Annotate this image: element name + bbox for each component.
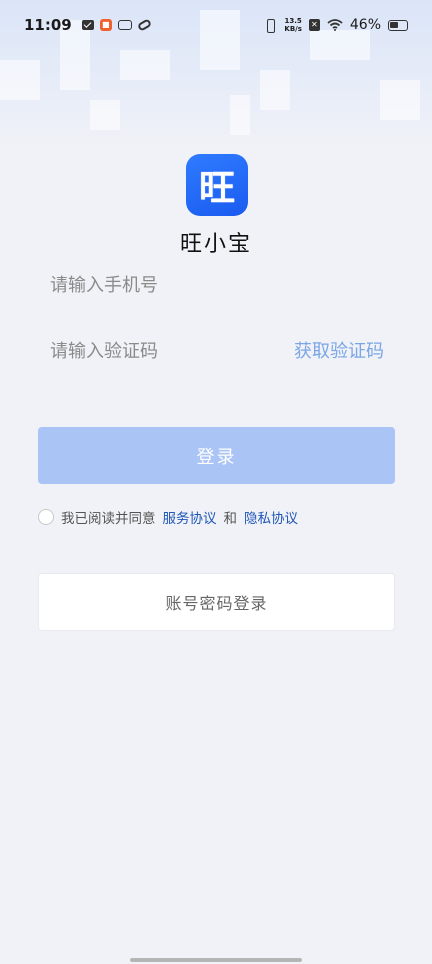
- phone-input[interactable]: 请输入手机号: [50, 269, 390, 299]
- get-code-button[interactable]: 获取验证码: [294, 337, 384, 363]
- privacy-agreement-link[interactable]: 隐私协议: [244, 507, 298, 527]
- agreement-and: 和: [223, 511, 238, 527]
- link-icon: [136, 18, 152, 32]
- app-notification-icon: ■: [99, 19, 112, 31]
- network-speed-value: 13.5: [284, 17, 302, 25]
- service-agreement-link[interactable]: 服务协议: [163, 507, 217, 527]
- battery-icon: [388, 19, 408, 31]
- wifi-icon: [327, 19, 343, 31]
- verification-code-input[interactable]: 请输入验证码: [50, 337, 158, 363]
- agreement-row: 我已阅读并同意 服务协议 和 隐私协议: [38, 507, 298, 527]
- app-name: 旺小宝: [179, 232, 252, 257]
- verification-code-row: 请输入验证码 获取验证码: [50, 335, 384, 365]
- login-button[interactable]: 登录: [38, 427, 395, 484]
- status-bar: 11:09 ■ 13.5 KB/s ✕ 46%: [0, 0, 432, 50]
- app-logo: 旺: [186, 154, 248, 216]
- network-speed-unit: KB/s: [284, 25, 302, 33]
- network-speed: 13.5 KB/s: [284, 17, 301, 33]
- home-indicator[interactable]: [130, 958, 302, 962]
- agreement-checkbox[interactable]: [38, 509, 54, 525]
- battery-percent: 46%: [349, 17, 381, 33]
- vivo-icon: [117, 20, 132, 30]
- password-login-button[interactable]: 账号密码登录: [38, 573, 395, 631]
- status-time: 11:09: [24, 16, 72, 34]
- agreement-text: 我已阅读并同意: [61, 511, 156, 527]
- app-logo-char: 旺: [198, 168, 235, 209]
- sim-icon: ✕: [308, 19, 320, 31]
- mail-icon: [81, 20, 94, 30]
- vibrate-icon: [263, 19, 277, 33]
